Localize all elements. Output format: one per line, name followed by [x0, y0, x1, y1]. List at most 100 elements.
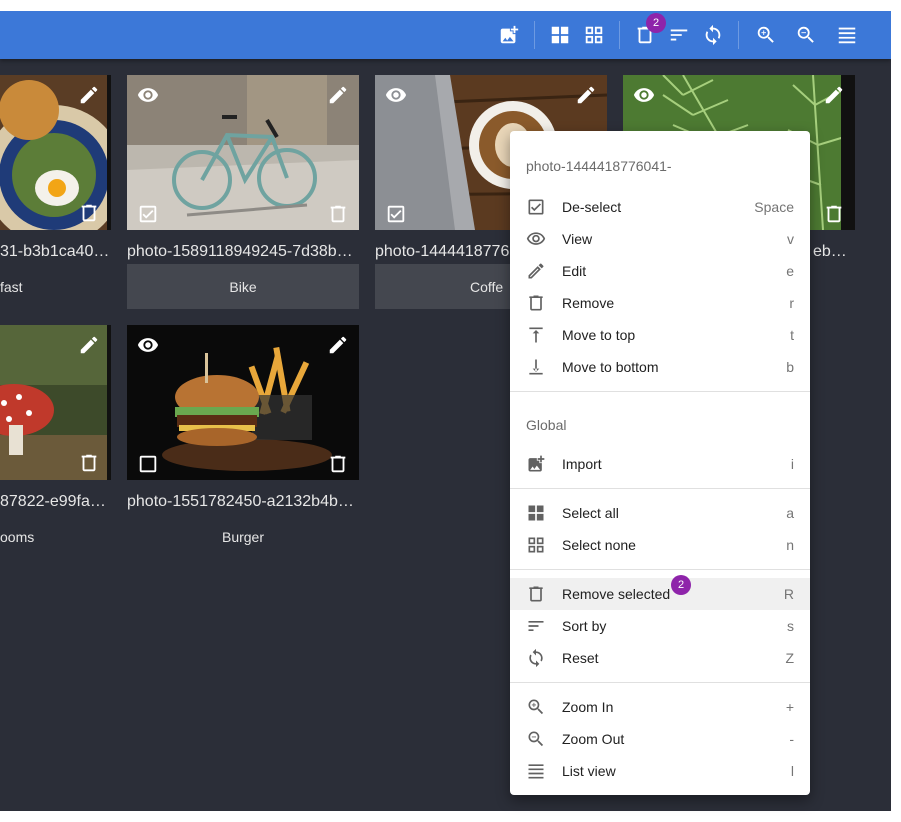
pencil-icon[interactable]: [326, 83, 350, 107]
zoom-out-icon: [526, 729, 546, 749]
eye-icon[interactable]: [632, 83, 656, 107]
move-to-bottom-icon: [526, 357, 546, 377]
select-none-icon: [526, 535, 546, 555]
menu-item-shortcut: v: [787, 231, 794, 247]
select-none-icon[interactable]: [582, 23, 606, 47]
menu-item-remove[interactable]: Remove r: [510, 287, 810, 319]
remove-selected-count-badge: 2: [671, 575, 691, 595]
menu-item-sort-by[interactable]: Sort by s: [510, 610, 810, 642]
pencil-icon[interactable]: [326, 333, 350, 357]
checkbox-empty-icon[interactable]: [136, 452, 160, 476]
import-icon: [526, 454, 546, 474]
tile-filename: 87822-e99fa5…: [0, 493, 111, 510]
move-to-top-icon: [526, 325, 546, 345]
menu-divider: [510, 391, 810, 392]
menu-item-list-view[interactable]: List view l: [510, 755, 810, 787]
eye-icon[interactable]: [136, 333, 160, 357]
tile-caption: fast: [0, 278, 23, 295]
select-all-icon: [526, 503, 546, 523]
menu-item-label: De-select: [562, 199, 622, 215]
menu-item-label: Sort by: [562, 618, 607, 634]
select-all-icon[interactable]: [548, 23, 572, 47]
tile-filename: 31-b3b1ca40…: [0, 243, 110, 260]
menu-title: photo-1444418776041-: [526, 158, 672, 174]
menu-item-remove-selected[interactable]: Remove selected R: [510, 578, 810, 610]
toolbar-divider: [534, 21, 535, 49]
list-view-icon[interactable]: [835, 23, 859, 47]
tile-caption: ooms: [0, 528, 35, 545]
menu-item-select-none[interactable]: Select none n: [510, 529, 810, 561]
tile-caption: Burger: [221, 528, 265, 545]
reset-icon: [526, 648, 546, 668]
menu-item-zoom-out[interactable]: Zoom Out -: [510, 723, 810, 755]
pencil-icon[interactable]: [77, 333, 101, 357]
list-view-icon: [526, 761, 546, 781]
menu-item-shortcut: s: [787, 618, 794, 634]
trash-icon[interactable]: [77, 451, 101, 475]
menu-item-edit[interactable]: Edit e: [510, 255, 810, 287]
toolbar-divider: [619, 21, 620, 49]
eye-icon: [526, 229, 546, 249]
eye-icon[interactable]: [384, 83, 408, 107]
trash-icon[interactable]: [326, 452, 350, 476]
pencil-icon[interactable]: [822, 83, 846, 107]
zoom-out-icon[interactable]: [794, 23, 818, 47]
menu-divider: [510, 569, 810, 570]
import-icon[interactable]: [497, 23, 521, 47]
menu-item-label: Move to bottom: [562, 359, 659, 375]
menu-section-header: Global: [526, 417, 567, 433]
menu-item-shortcut: i: [790, 456, 794, 472]
tile-filename: photo-1589118949245-7d38b…: [127, 243, 353, 260]
pencil-icon: [526, 261, 546, 281]
menu-item-reset[interactable]: Reset Z: [510, 642, 810, 674]
pencil-icon[interactable]: [77, 83, 101, 107]
trash-icon[interactable]: [822, 202, 846, 226]
menu-item-shortcut: R: [783, 586, 794, 602]
menu-item-deselect[interactable]: De-select Space: [510, 191, 810, 223]
menu-item-label: Select all: [562, 505, 619, 521]
toolbar: 2: [0, 11, 891, 59]
sort-icon[interactable]: [667, 23, 691, 47]
menu-item-shortcut: t: [790, 327, 794, 343]
menu-item-move-to-bottom[interactable]: Move to bottom b: [510, 351, 810, 383]
tile-filename: eb7…: [813, 243, 855, 260]
tile-thumbnail[interactable]: [127, 75, 359, 230]
menu-item-label: Select none: [562, 537, 636, 553]
eye-icon[interactable]: [136, 83, 160, 107]
tile-thumbnail[interactable]: [127, 325, 359, 480]
context-menu: photo-1444418776041- De-select Space Vie…: [510, 131, 810, 795]
menu-item-import[interactable]: Import i: [510, 448, 810, 480]
menu-item-shortcut: b: [786, 359, 794, 375]
trash-icon[interactable]: [326, 202, 350, 226]
menu-item-zoom-in[interactable]: Zoom In +: [510, 691, 810, 723]
trash-icon: [526, 293, 546, 313]
menu-item-view[interactable]: View v: [510, 223, 810, 255]
menu-item-move-to-top[interactable]: Move to top t: [510, 319, 810, 351]
menu-item-shortcut: l: [790, 763, 794, 779]
checkbox-checked-icon[interactable]: [136, 202, 160, 226]
menu-item-shortcut: -: [789, 731, 794, 747]
reset-icon[interactable]: [701, 23, 725, 47]
menu-item-label: Remove selected: [562, 586, 671, 602]
trash-icon: [526, 584, 546, 604]
menu-divider: [510, 488, 810, 489]
trash-icon[interactable]: [77, 201, 101, 225]
menu-item-shortcut: +: [785, 699, 794, 715]
menu-item-label: Import: [562, 456, 602, 472]
tile-filename: photo-1551782450-a2132b4b…: [127, 493, 354, 510]
menu-item-shortcut: a: [786, 505, 794, 521]
menu-item-shortcut: r: [789, 295, 794, 311]
pencil-icon[interactable]: [574, 83, 598, 107]
zoom-in-icon[interactable]: [754, 23, 778, 47]
menu-item-shortcut: Z: [785, 650, 794, 666]
menu-item-select-all[interactable]: Select all a: [510, 497, 810, 529]
menu-item-shortcut: Space: [754, 199, 794, 215]
menu-item-label: Edit: [562, 263, 587, 279]
tile-thumbnail[interactable]: [0, 75, 111, 230]
tile-caption: Bike: [127, 264, 359, 309]
menu-item-label: Reset: [562, 650, 599, 666]
tile-thumbnail[interactable]: [0, 325, 111, 480]
menu-item-shortcut: n: [786, 537, 794, 553]
checkbox-checked-icon[interactable]: [384, 202, 408, 226]
menu-divider: [510, 682, 810, 683]
